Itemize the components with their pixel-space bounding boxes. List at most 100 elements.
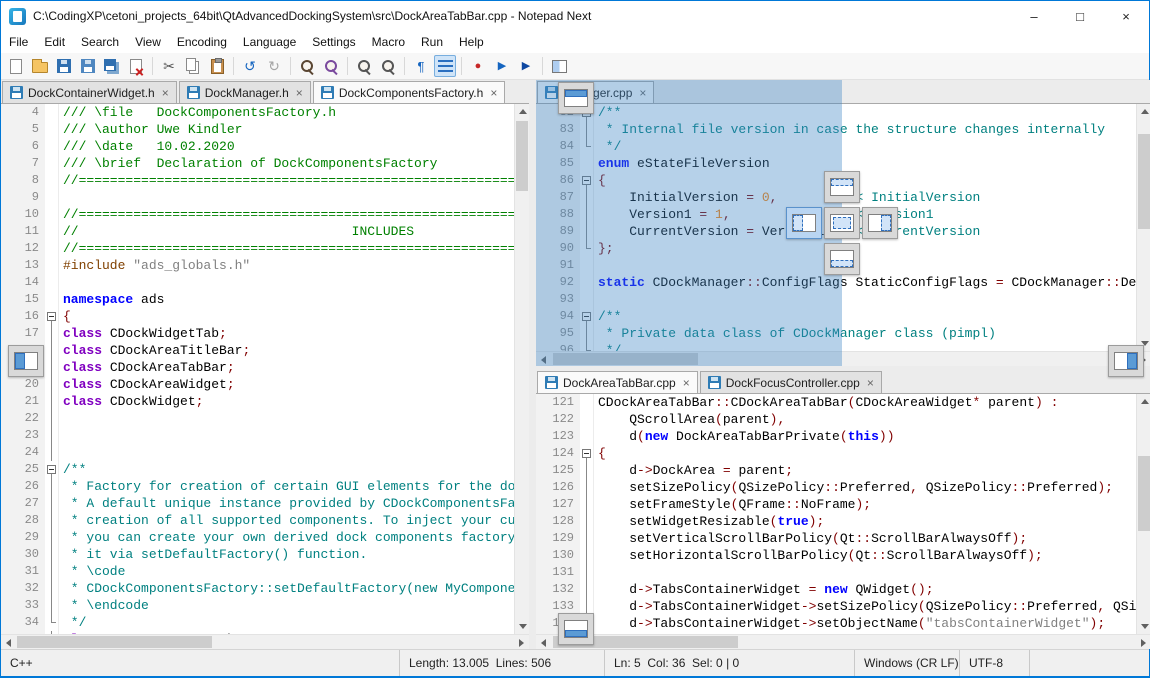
editor-left[interactable]: 4567891011121314151617181920212223242526… (1, 104, 529, 634)
menu-macro[interactable]: Macro (364, 31, 413, 53)
tab-close-icon[interactable]: × (683, 376, 690, 390)
horizontal-scrollbar[interactable] (536, 634, 1150, 649)
menu-view[interactable]: View (127, 31, 169, 53)
vertical-splitter[interactable] (529, 80, 536, 649)
undo-icon: ↺ (244, 59, 256, 73)
new-file-button[interactable] (5, 55, 27, 77)
scroll-left-button[interactable] (536, 635, 551, 649)
menu-search[interactable]: Search (73, 31, 127, 53)
tab-dockfocuscontroller-cpp[interactable]: DockFocusController.cpp× (700, 371, 882, 393)
play-macro-button[interactable]: ▶ (491, 55, 513, 77)
scroll-up-button[interactable] (515, 104, 529, 119)
tab-close-icon[interactable]: × (296, 86, 303, 100)
menu-file[interactable]: File (1, 31, 36, 53)
horizontal-scrollbar[interactable] (1, 634, 529, 649)
menu-help[interactable]: Help (451, 31, 492, 53)
fold-margin[interactable] (580, 394, 594, 634)
fold-margin-cell (45, 325, 58, 342)
scroll-left-button[interactable] (1, 635, 16, 649)
menu-settings[interactable]: Settings (304, 31, 363, 53)
drop-indicator-right[interactable] (862, 207, 898, 239)
cut-button[interactable]: ✂ (158, 55, 180, 77)
paste-button[interactable] (206, 55, 228, 77)
scroll-up-button[interactable] (1137, 104, 1150, 119)
code-area[interactable]: /// \file DockComponentsFactory.h/// \au… (59, 104, 514, 634)
status-language[interactable]: C++ (1, 650, 399, 676)
scroll-thumb[interactable] (17, 636, 212, 648)
vertical-scrollbar[interactable] (514, 104, 529, 634)
show-all-characters-button[interactable]: ¶ (410, 55, 432, 77)
tab-dockmanager-h[interactable]: DockManager.h× (179, 81, 311, 103)
fold-collapse-marker[interactable] (45, 461, 58, 478)
menu-edit[interactable]: Edit (36, 31, 73, 53)
scroll-thumb[interactable] (516, 121, 528, 191)
drop-indicator-edge-right[interactable] (1108, 345, 1144, 377)
tab-dockcontainerwidget-h[interactable]: DockContainerWidget.h× (2, 81, 177, 103)
zoom-out-button[interactable]: − (377, 55, 399, 77)
save-button[interactable] (53, 55, 75, 77)
split-view-button[interactable] (548, 55, 570, 77)
dock-position-icon (14, 352, 38, 370)
scroll-track[interactable] (551, 635, 1136, 649)
close-file-button[interactable] (125, 55, 147, 77)
word-wrap-button[interactable] (434, 55, 456, 77)
undo-button[interactable]: ↺ (239, 55, 261, 77)
maximize-button[interactable]: □ (1057, 1, 1103, 31)
drop-indicator-left[interactable] (786, 207, 822, 239)
tab-dockcomponentsfactory-h[interactable]: DockComponentsFactory.h× (313, 81, 506, 103)
status-cursor-position[interactable]: Ln: 5 Col: 36 Sel: 0 | 0 (604, 650, 854, 676)
tab-close-icon[interactable]: × (162, 86, 169, 100)
replace-button[interactable] (320, 55, 342, 77)
drop-indicator-edge-left[interactable] (8, 345, 44, 377)
titlebar[interactable]: C:\CodingXP\cetoni_projects_64bit\QtAdva… (1, 1, 1149, 31)
find-button[interactable] (296, 55, 318, 77)
drop-indicator-bottom[interactable] (824, 243, 860, 275)
scroll-track[interactable] (1137, 119, 1150, 336)
menu-language[interactable]: Language (235, 31, 304, 53)
scroll-down-button[interactable] (515, 619, 529, 634)
window-title: C:\CodingXP\cetoni_projects_64bit\QtAdva… (33, 9, 591, 23)
status-document-stats[interactable]: Length: 13.005 Lines: 506 (399, 650, 604, 676)
scroll-thumb[interactable] (1138, 134, 1150, 229)
scroll-thumb[interactable] (1138, 456, 1150, 531)
redo-button[interactable]: ↻ (263, 55, 285, 77)
save-copy-as-button[interactable] (77, 55, 99, 77)
scroll-track[interactable] (1137, 409, 1150, 619)
fold-margin[interactable] (45, 104, 59, 634)
status-eol-format[interactable]: Windows (CR LF) (854, 650, 959, 676)
vertical-scrollbar[interactable] (1136, 104, 1150, 351)
fold-collapse-marker[interactable] (580, 445, 593, 462)
drop-indicator-top[interactable] (824, 171, 860, 203)
code-line: /// \author Uwe Kindler (63, 121, 514, 138)
scroll-right-button[interactable] (514, 635, 529, 649)
code-area[interactable]: CDockAreaTabBar::CDockAreaTabBar(CDockAr… (594, 394, 1136, 634)
zoom-in-button[interactable]: + (353, 55, 375, 77)
drop-indicator-edge-bottom[interactable] (558, 613, 594, 645)
status-encoding[interactable]: UTF-8 (959, 650, 1029, 676)
drop-indicator-center[interactable] (824, 207, 860, 239)
scroll-track[interactable] (515, 119, 529, 619)
editor-bottom-right[interactable]: 1211221231241251261271281291301311321331… (536, 394, 1150, 634)
record-macro-button[interactable]: ● (467, 55, 489, 77)
code-line (598, 564, 1136, 581)
menu-encoding[interactable]: Encoding (169, 31, 235, 53)
menu-run[interactable]: Run (413, 31, 451, 53)
tab-dockareatabbar-cpp[interactable]: DockAreaTabBar.cpp× (537, 371, 698, 393)
run-macro-multiple-button[interactable]: ▶ (515, 55, 537, 77)
vertical-scrollbar[interactable] (1136, 394, 1150, 634)
scroll-down-button[interactable] (1137, 619, 1150, 634)
copy-button[interactable] (182, 55, 204, 77)
scroll-track[interactable] (16, 635, 514, 649)
scroll-right-button[interactable] (1136, 635, 1150, 649)
save-all-button[interactable] (101, 55, 123, 77)
line-number: 126 (536, 479, 580, 496)
code-line: * \endcode (63, 597, 514, 614)
fold-collapse-marker[interactable] (45, 308, 58, 325)
close-button[interactable]: × (1103, 1, 1149, 31)
drop-indicator-edge-top[interactable] (558, 82, 594, 114)
tab-close-icon[interactable]: × (867, 376, 874, 390)
open-file-button[interactable] (29, 55, 51, 77)
minimize-button[interactable]: – (1011, 1, 1057, 31)
scroll-up-button[interactable] (1137, 394, 1150, 409)
tab-close-icon[interactable]: × (490, 86, 497, 100)
